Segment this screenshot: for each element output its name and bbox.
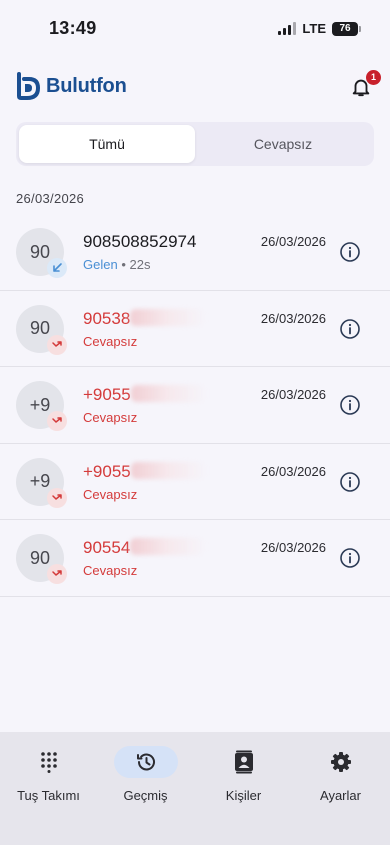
call-date: 26/03/2026 — [260, 463, 326, 479]
nav-label: Tuş Takımı — [17, 788, 80, 803]
app-name: Bulutfon — [46, 74, 127, 97]
gear-icon — [330, 752, 351, 772]
call-status: Cevapsız — [83, 486, 138, 502]
call-row[interactable]: +9 +9055 Cevapsız 26/03/2026 — [0, 444, 390, 520]
call-date: 26/03/2026 — [260, 387, 326, 402]
call-status: Cevapsız — [83, 333, 138, 349]
history-icon — [136, 753, 155, 771]
call-subtitle: Cevapsız — [83, 563, 137, 578]
nav-dialpad[interactable]: Tuş Takımı — [0, 746, 97, 803]
tab-all[interactable]: Tümü — [19, 125, 195, 163]
app-logo: Bulutfon — [16, 72, 127, 100]
status-bar: 13:49 LTE 76 — [0, 0, 390, 58]
call-duration: 22s — [129, 257, 151, 272]
caller-number: 90538 — [83, 308, 207, 329]
bottom-navigation: Tuş Takımı Geçmiş Kişiler Ayarlar — [0, 732, 390, 845]
call-subtitle: Cevapsız — [83, 487, 137, 502]
missed-call-icon — [47, 487, 67, 508]
incoming-call-icon — [47, 258, 67, 278]
nav-settings[interactable]: Ayarlar — [292, 746, 389, 803]
call-row[interactable]: 90 90538 Cevapsız 26/03/2026 — [0, 291, 390, 367]
missed-call-icon — [47, 411, 67, 431]
redacted-digits — [130, 385, 207, 402]
redacted-digits — [130, 308, 207, 326]
call-filter-tabs: Tümü Cevapsız — [16, 122, 374, 166]
call-row[interactable]: +9 +9055 Cevapsız 26/03/2026 — [0, 367, 390, 444]
date-group-header: 26/03/2026 — [16, 191, 85, 206]
status-indicators: LTE 76 — [278, 21, 361, 36]
network-type: LTE — [302, 21, 326, 36]
caller-number: 90554 — [83, 538, 207, 558]
app-header: Bulutfon 1 — [0, 68, 390, 108]
tab-missed[interactable]: Cevapsız — [195, 125, 371, 163]
nav-label: Ayarlar — [320, 788, 361, 803]
redacted-digits — [130, 538, 207, 555]
contacts-icon — [234, 750, 253, 774]
call-status: Cevapsız — [83, 410, 138, 425]
caller-number: +9055 — [83, 461, 207, 482]
call-subtitle: Cevapsız — [83, 410, 137, 425]
info-icon[interactable] — [339, 241, 361, 263]
call-date: 26/03/2026 — [260, 234, 326, 249]
call-status: Gelen — [83, 257, 118, 272]
status-time: 13:49 — [49, 18, 97, 38]
call-status: Cevapsız — [83, 563, 138, 578]
call-history-list: 90 908508852974 Gelen • 22s 26/03/2026 9… — [0, 214, 390, 597]
info-icon[interactable] — [339, 547, 361, 569]
info-icon[interactable] — [339, 318, 361, 340]
caller-number: +9055 — [83, 385, 207, 405]
caller-number: 908508852974 — [83, 232, 197, 251]
nav-history[interactable]: Geçmiş — [97, 746, 194, 803]
call-subtitle: Cevapsız — [83, 334, 137, 349]
call-subtitle: Gelen • 22s — [83, 257, 151, 272]
battery-icon: 76 — [332, 21, 361, 36]
call-row[interactable]: 90 90554 Cevapsız 26/03/2026 — [0, 520, 390, 597]
info-icon[interactable] — [339, 394, 361, 416]
dialpad-icon — [40, 752, 57, 773]
nav-label: Geçmiş — [123, 788, 168, 803]
call-date: 26/03/2026 — [260, 540, 326, 555]
info-icon[interactable] — [339, 471, 361, 493]
call-row[interactable]: 90 908508852974 Gelen • 22s 26/03/2026 — [0, 214, 390, 291]
bulutfon-logo-icon — [17, 72, 41, 100]
notification-badge: 1 — [366, 70, 381, 85]
signal-icon — [278, 22, 297, 35]
nav-label: Kişiler — [225, 788, 262, 803]
nav-contacts[interactable]: Kişiler — [195, 746, 292, 803]
redacted-digits — [130, 461, 207, 479]
missed-call-icon — [47, 334, 67, 355]
call-date: 26/03/2026 — [260, 310, 326, 326]
missed-call-icon — [47, 564, 67, 584]
